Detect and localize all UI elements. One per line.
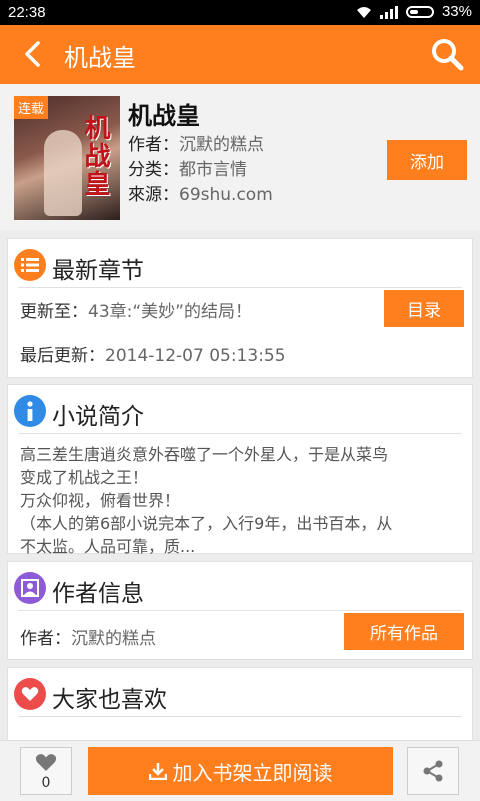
download-icon bbox=[148, 763, 167, 780]
author-info-value: 沉默的糕点 bbox=[71, 629, 156, 649]
category-label: 分类： bbox=[128, 160, 179, 180]
author-info-row: 作者：沉默的糕点 bbox=[20, 624, 156, 649]
status-bar: 22:38 33% bbox=[0, 0, 480, 25]
intro-text[interactable]: 高三差生唐逍炎意外吞噬了一个外星人，于是从菜鸟 变成了机战之王！ 万众仰视，俯看… bbox=[20, 443, 460, 558]
source-value: 69shu.com bbox=[179, 185, 273, 205]
divider bbox=[18, 433, 462, 434]
list-icon bbox=[14, 249, 46, 281]
book-author-row: 作者：沉默的糕点 bbox=[128, 130, 264, 155]
cover-title: 机战皇 bbox=[80, 114, 110, 198]
back-arrow-icon[interactable] bbox=[18, 39, 48, 69]
category-value: 都市言情 bbox=[179, 160, 247, 180]
catalog-button[interactable]: 目录 bbox=[384, 290, 464, 327]
divider bbox=[18, 287, 462, 288]
app-bar: 机战皇 bbox=[0, 25, 480, 84]
intro-line: 高三差生唐逍炎意外吞噬了一个外星人，于是从菜鸟 bbox=[20, 445, 389, 464]
update-row[interactable]: 更新至：43章:“美妙”的结局！ bbox=[20, 297, 252, 322]
bottom-bar: 0 加入书架立即阅读 bbox=[0, 740, 480, 801]
book-cover: 机战皇 连载 bbox=[14, 96, 120, 220]
read-button-label: 加入书架立即阅读 bbox=[172, 760, 333, 785]
intro-line: 不太监。人品可靠，质... bbox=[20, 537, 196, 556]
info-icon bbox=[14, 395, 46, 427]
book-category-row: 分类：都市言情 bbox=[128, 155, 247, 180]
author-info-title: 作者信息 bbox=[52, 581, 144, 607]
serial-badge: 连载 bbox=[14, 96, 49, 119]
book-name: 机战皇 bbox=[128, 102, 200, 130]
also-like-title: 大家也喜欢 bbox=[52, 687, 167, 713]
last-update-row: 最后更新：2014-12-07 05:13:55 bbox=[20, 341, 286, 366]
intro-card: 小说简介 高三差生唐逍炎意外吞噬了一个外星人，于是从菜鸟 变成了机战之王！ 万众… bbox=[7, 384, 473, 556]
share-button[interactable] bbox=[407, 747, 459, 795]
heart-outline-icon bbox=[35, 754, 57, 771]
all-works-button[interactable]: 所有作品 bbox=[344, 613, 464, 650]
also-like-card: 大家也喜欢 bbox=[7, 667, 473, 747]
update-label: 更新至： bbox=[20, 302, 88, 322]
share-icon bbox=[423, 760, 443, 782]
author-label: 作者： bbox=[128, 135, 179, 155]
author-value: 沉默的糕点 bbox=[179, 135, 264, 155]
last-update-value: 2014-12-07 05:13:55 bbox=[105, 346, 286, 366]
wifi-icon bbox=[356, 6, 371, 18]
like-button[interactable]: 0 bbox=[20, 747, 72, 795]
author-info-label: 作者： bbox=[20, 629, 71, 649]
latest-chapter-title: 最新章节 bbox=[52, 258, 144, 284]
intro-line: 变成了机战之王！ bbox=[20, 468, 149, 487]
status-icons: 33% bbox=[356, 3, 472, 20]
source-label: 來源： bbox=[128, 185, 179, 205]
intro-title: 小说简介 bbox=[52, 404, 144, 430]
signal-icon bbox=[379, 5, 398, 19]
update-value: 43章:“美妙”的结局！ bbox=[88, 302, 252, 322]
intro-line: （本人的第6部小说完本了，入行9年，出书百本，从 bbox=[20, 514, 393, 533]
status-time: 22:38 bbox=[8, 4, 46, 21]
heart-icon bbox=[14, 678, 46, 710]
search-icon[interactable] bbox=[430, 37, 464, 71]
author-info-card: 作者信息 作者：沉默的糕点 所有作品 bbox=[7, 561, 473, 660]
battery-percent: 33% bbox=[441, 3, 472, 20]
latest-chapter-card: 最新章节 更新至：43章:“美妙”的结局！ 目录 最后更新：2014-12-07… bbox=[7, 238, 473, 378]
like-count: 0 bbox=[41, 775, 51, 791]
page-title: 机战皇 bbox=[64, 44, 136, 72]
divider bbox=[18, 716, 462, 717]
add-to-shelf-read-button[interactable]: 加入书架立即阅读 bbox=[88, 747, 393, 795]
battery-icon bbox=[405, 5, 434, 18]
divider bbox=[18, 610, 462, 611]
book-source-row: 來源：69shu.com bbox=[128, 180, 273, 205]
user-icon bbox=[14, 572, 46, 604]
last-update-label: 最后更新： bbox=[20, 346, 105, 366]
add-button[interactable]: 添加 bbox=[387, 140, 467, 180]
intro-line: 万众仰视，俯看世界！ bbox=[20, 491, 181, 510]
